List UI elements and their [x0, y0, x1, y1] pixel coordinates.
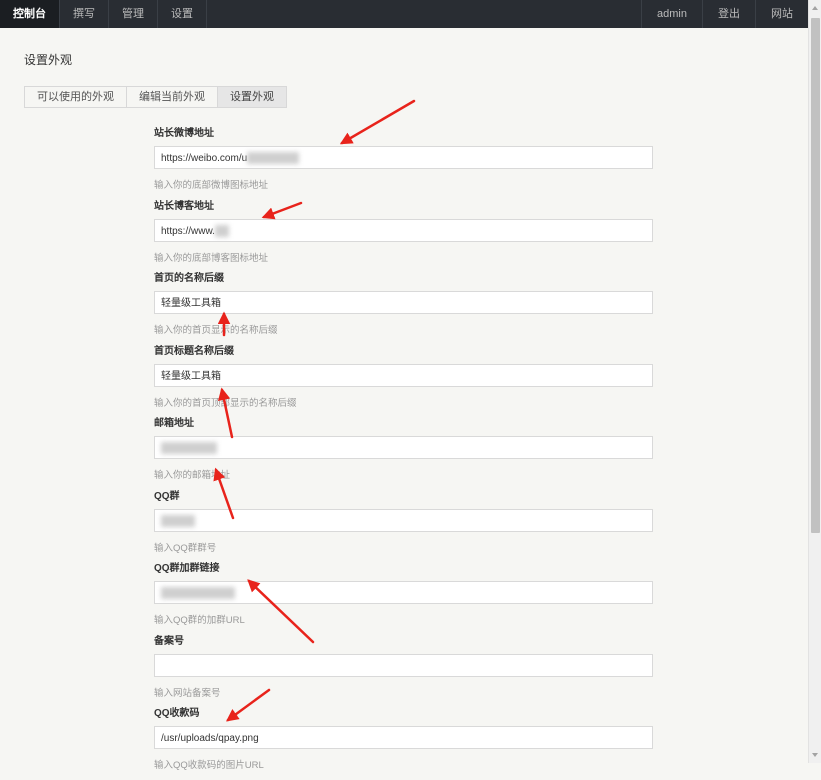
field-help: 输入QQ群的加群URL [154, 615, 245, 626]
home-name-suffix-field: 首页的名称后缀 轻量级工具箱 输入你的首页显示的名称后缀 [154, 272, 654, 345]
tab-edit-theme[interactable]: 编辑当前外观 [126, 86, 218, 108]
redacted-text [214, 224, 229, 237]
user-link[interactable]: admin [641, 0, 702, 28]
qq-pay-qr-field: QQ收款码 /usr/uploads/qpay.png 输入QQ收款码的图片UR… [154, 707, 654, 780]
home-title-suffix-input[interactable]: 轻量级工具箱 [154, 363, 653, 387]
field-help: 输入QQ收款码的图片URL [154, 760, 264, 771]
weibo-input[interactable]: https://weibo.com/u [154, 146, 653, 169]
field-label: QQ群 [154, 490, 180, 502]
field-label: QQ收款码 [154, 708, 200, 719]
icp-field: 备案号 输入网站备案号 [154, 635, 654, 708]
field-label: 备案号 [154, 635, 184, 647]
scrollbar-thumb[interactable] [811, 18, 820, 533]
user-nav: admin 登出 网站 [641, 0, 808, 28]
field-help: 输入你的首页顶部显示的名称后缀 [154, 397, 297, 409]
qq-pay-qr-input[interactable]: /usr/uploads/qpay.png [154, 726, 653, 749]
field-label: 首页的名称后缀 [154, 273, 224, 284]
theme-settings-form: 站长微博地址 https://weibo.com/u 输入你的底部微博图标地址 … [154, 127, 654, 780]
field-help: 输入你的邮箱地址 [154, 470, 231, 481]
field-help: 输入你的首页显示的名称后缀 [154, 325, 278, 336]
email-field: 邮箱地址 输入你的邮箱地址 [154, 417, 654, 490]
icp-input[interactable] [154, 653, 653, 677]
redacted-text [247, 152, 300, 165]
field-label: 邮箱地址 [154, 418, 194, 429]
weibo-field: 站长微博地址 https://weibo.com/u 输入你的底部微博图标地址 [154, 127, 654, 200]
tab-available-themes[interactable]: 可以使用的外观 [24, 86, 127, 108]
field-help: 输入网站备案号 [154, 687, 221, 699]
email-input[interactable] [154, 436, 653, 459]
field-help: 输入你的底部博客图标地址 [154, 252, 269, 264]
main-nav: 控制台 撰写 管理 设置 [0, 0, 207, 28]
scroll-up-icon[interactable] [812, 6, 818, 10]
home-title-suffix-field: 首页标题名称后缀 轻量级工具箱 输入你的首页顶部显示的名称后缀 [154, 345, 654, 418]
field-help: 输入QQ群群号 [154, 542, 217, 554]
tab-theme-settings[interactable]: 设置外观 [217, 86, 287, 108]
qq-group-link-input[interactable] [154, 581, 653, 604]
qq-group-field: QQ群 输入QQ群群号 [154, 490, 654, 563]
redacted-text [161, 587, 235, 600]
field-label: QQ群加群链接 [154, 563, 220, 574]
field-help: 输入你的底部微博图标地址 [154, 180, 269, 191]
field-label: 首页标题名称后缀 [154, 345, 234, 357]
redacted-text [161, 514, 195, 527]
theme-tabs: 可以使用的外观 编辑当前外观 设置外观 [24, 86, 287, 108]
redacted-text [161, 442, 217, 455]
qq-group-input[interactable] [154, 508, 653, 532]
vertical-scrollbar[interactable] [808, 0, 821, 763]
nav-dashboard[interactable]: 控制台 [0, 0, 60, 28]
qq-group-link-field: QQ群加群链接 输入QQ群的加群URL [154, 562, 654, 635]
blog-input[interactable]: https://www. [154, 218, 653, 242]
scroll-down-icon[interactable] [812, 753, 818, 757]
blog-field: 站长博客地址 https://www. 输入你的底部博客图标地址 [154, 200, 654, 273]
home-name-suffix-input[interactable]: 轻量级工具箱 [154, 291, 653, 314]
site-link[interactable]: 网站 [755, 0, 808, 28]
logout-link[interactable]: 登出 [702, 0, 755, 28]
page-title: 设置外观 [24, 53, 73, 67]
top-nav-bar: 控制台 撰写 管理 设置 admin 登出 网站 [0, 0, 808, 28]
field-label: 站长微博地址 [154, 128, 214, 139]
nav-write[interactable]: 撰写 [60, 0, 109, 28]
nav-settings[interactable]: 设置 [158, 0, 207, 28]
nav-manage[interactable]: 管理 [109, 0, 158, 28]
field-label: 站长博客地址 [154, 200, 214, 212]
